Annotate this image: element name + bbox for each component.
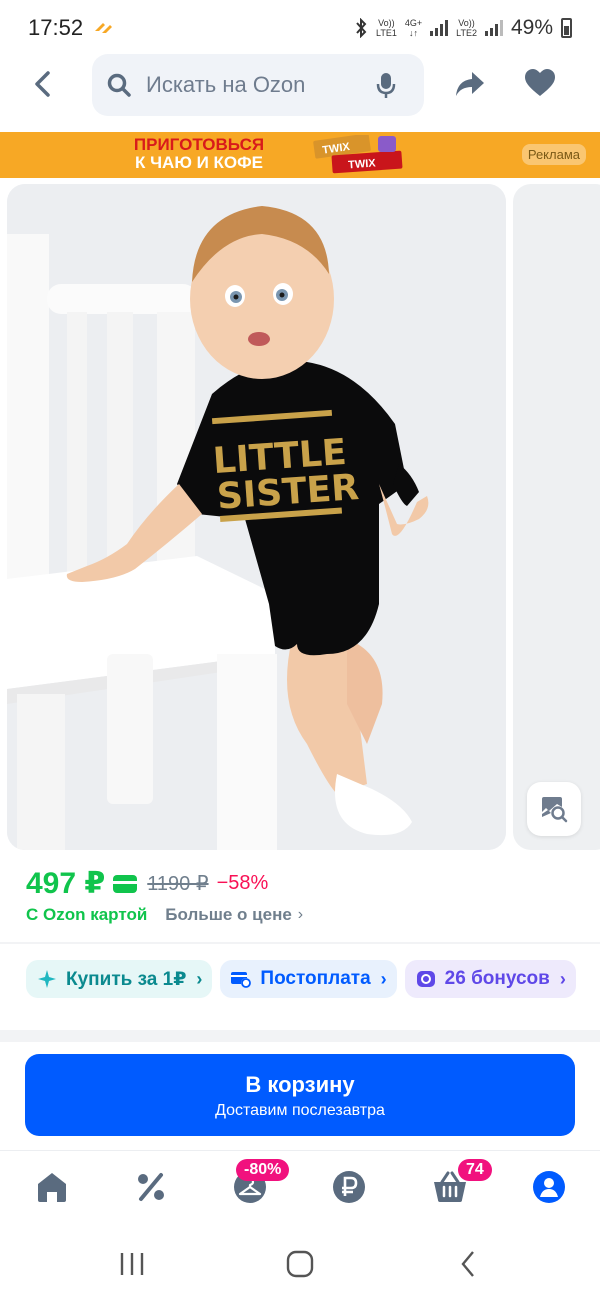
card-clock-icon — [230, 968, 252, 990]
ad-label: Реклама — [521, 144, 586, 165]
search-icon — [107, 73, 131, 97]
bluetooth-icon — [356, 18, 367, 38]
home-button-icon[interactable] — [286, 1250, 314, 1278]
twix-product-image: TWIX TWIX — [313, 135, 403, 174]
price-details: С Ozon картой Больше о цене › — [26, 905, 303, 925]
back-arrow-icon[interactable] — [26, 66, 62, 102]
promo-chips: Купить за 1₽ › Постоплата › 26 бонусов › — [26, 960, 576, 998]
status-bar: 17:52 Vo)) LTE1 4G+ ↓↑ Vo)) LTE2 49% — [0, 0, 600, 56]
recent-apps-icon[interactable] — [118, 1250, 146, 1278]
postpay-chip[interactable]: Постоплата › — [220, 960, 397, 998]
android-navigation-bar — [0, 1232, 600, 1299]
more-about-price-link[interactable]: Больше о цене — [165, 905, 292, 925]
search-input[interactable]: Искать на Ozon — [92, 54, 424, 116]
price-row: 497 ₽ 1190 ₽ −58% — [26, 866, 268, 901]
nav-discounts[interactable] — [131, 1167, 171, 1207]
divider — [0, 942, 600, 944]
ozon-card-icon — [113, 874, 138, 893]
chip-label: Постоплата — [260, 968, 371, 989]
back-button-icon[interactable] — [455, 1250, 483, 1278]
bonus-icon — [415, 968, 437, 990]
current-price: 497 ₽ — [26, 867, 106, 900]
add-to-cart-label: В корзину — [245, 1072, 355, 1097]
product-gallery[interactable]: LITTLE SISTER — [0, 184, 600, 852]
status-icons: Vo)) LTE1 4G+ ↓↑ Vo)) LTE2 49% — [354, 16, 572, 40]
twix-logo-2: TWIX — [348, 157, 377, 171]
heart-icon[interactable] — [524, 68, 556, 98]
old-price: 1190 ₽ — [147, 873, 209, 895]
nav-finance[interactable] — [329, 1167, 369, 1207]
nav-profile[interactable] — [529, 1167, 569, 1207]
chevron-right-icon: › — [196, 968, 203, 989]
cart-count-badge: 74 — [458, 1159, 492, 1181]
ozon-card-label: С Ozon картой — [26, 905, 148, 924]
search-placeholder: Искать на Ozon — [146, 72, 306, 97]
signal-1-icon — [430, 20, 449, 36]
discount-percent: −58% — [216, 872, 269, 894]
visual-search-button[interactable] — [527, 782, 581, 836]
share-icon[interactable] — [454, 68, 486, 100]
bottom-navigation: -80% 74 — [0, 1150, 600, 1226]
banner-text: ПРИГОТОВЬСЯ К ЧАЮ И КОФЕ — [124, 136, 274, 172]
chip-label: Купить за 1₽ — [66, 968, 187, 990]
section-gap — [0, 1030, 600, 1042]
ruble-icon — [333, 1171, 365, 1203]
sim2-label: Vo)) LTE2 — [456, 18, 477, 38]
percent-icon — [138, 1173, 164, 1201]
nav-cart[interactable]: 74 — [430, 1159, 492, 1207]
net-type: 4G+ ↓↑ — [404, 18, 423, 38]
buy-for-1-rub-chip[interactable]: Купить за 1₽ › — [26, 960, 213, 998]
next-photo-preview[interactable] — [513, 184, 600, 850]
sim1-label: Vo)) LTE1 — [376, 18, 397, 38]
image-search-icon — [542, 797, 568, 823]
add-to-cart-button[interactable]: В корзину Доставим послезавтра — [25, 1054, 575, 1136]
bonus-chip[interactable]: 26 бонусов › — [404, 960, 576, 998]
profile-icon — [533, 1171, 565, 1203]
chevron-right-icon: › — [559, 968, 566, 989]
battery-percent: 49% — [510, 16, 553, 39]
home-icon — [38, 1173, 66, 1202]
banner-line-2: К ЧАЮ И КОФЕ — [135, 153, 263, 172]
product-photo[interactable]: LITTLE SISTER — [7, 184, 506, 850]
chevron-right-icon: › — [380, 968, 387, 989]
nav-home[interactable] — [32, 1167, 72, 1207]
baby-bodysuit-illustration: LITTLE SISTER — [7, 184, 506, 850]
banner-line-1: ПРИГОТОВЬСЯ — [133, 135, 265, 154]
search-header: Искать на Ozon — [0, 54, 600, 118]
mic-icon[interactable] — [376, 72, 396, 100]
delivery-estimate: Доставим послезавтра — [215, 1102, 385, 1119]
chevron-right-icon: › — [297, 906, 304, 923]
sparkle-icon — [36, 968, 58, 990]
battery-icon — [561, 18, 572, 38]
product-page: 17:52 Vo)) LTE1 4G+ ↓↑ Vo)) LTE2 49% Искать… — [0, 0, 600, 1299]
ozon-notification-icon — [95, 23, 113, 33]
chip-label: 26 бонусов — [444, 968, 550, 989]
status-time: 17:52 — [28, 15, 84, 40]
sale-badge: -80% — [236, 1159, 290, 1181]
ad-banner[interactable]: ПРИГОТОВЬСЯ К ЧАЮ И КОФЕ TWIX TWIX Рекла… — [0, 132, 600, 178]
signal-2-icon — [484, 20, 503, 36]
nav-fresh-sale[interactable]: -80% — [230, 1159, 290, 1207]
